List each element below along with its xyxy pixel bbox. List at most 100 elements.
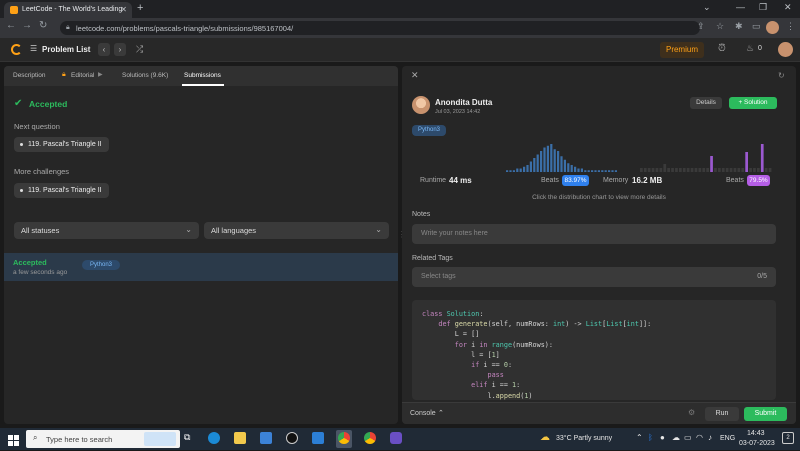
tab-description[interactable]: Description (13, 72, 46, 79)
next-problem-button[interactable]: › (114, 43, 126, 56)
code-line: if i == 0: (471, 361, 513, 369)
weather-text[interactable]: 33°C Partly sunny (556, 435, 612, 442)
forward-icon[interactable]: → (22, 20, 32, 31)
tray-arrow-icon[interactable]: ⌃ (636, 433, 643, 442)
solution-button[interactable]: + Solution (729, 97, 777, 109)
language-filter-select[interactable]: All languages ⌄ (204, 222, 389, 239)
profile-avatar[interactable] (766, 21, 779, 34)
language-filter-value: All languages (211, 226, 257, 235)
left-panel: Description 🔒︎ Editorial ▶ Solutions (9.… (4, 66, 398, 424)
close-panel-icon[interactable]: ✕ (411, 70, 419, 81)
distribution-chart[interactable] (414, 143, 784, 173)
distribution-bar (679, 168, 682, 172)
leetcode-favicon-icon (10, 6, 18, 14)
distribution-bar (721, 168, 725, 172)
lock-icon: 🔒︎ (66, 24, 70, 31)
edge-icon[interactable] (208, 432, 220, 444)
next-question-title: 119. Pascal's Triangle II (28, 141, 102, 148)
url-input[interactable]: 🔒︎ leetcode.com/problems/pascals-triangl… (60, 21, 700, 35)
code-line: pass (487, 371, 504, 380)
tab-editorial[interactable]: Editorial (71, 72, 94, 79)
address-bar-row: ← → ↻ 🔒︎ leetcode.com/problems/pascals-t… (0, 18, 800, 38)
maximize-icon[interactable]: ❐ (759, 2, 767, 13)
status-filter-select[interactable]: All statuses ⌄ (14, 222, 199, 239)
distribution-bar (710, 156, 713, 172)
distribution-bar (597, 170, 600, 172)
extensions-icon[interactable]: ✱ (735, 21, 743, 32)
prev-problem-button[interactable]: ‹ (98, 43, 110, 56)
notes-input[interactable]: Write your notes here (412, 224, 776, 244)
distribution-bar (702, 168, 706, 172)
refresh-icon[interactable]: ↻ (778, 71, 785, 80)
tab-submissions[interactable]: Submissions (184, 72, 221, 79)
volume-icon[interactable]: ♪ (708, 433, 712, 442)
battery-icon[interactable]: ▭ (684, 433, 692, 442)
distribution-bar (608, 170, 611, 172)
chevron-up-icon[interactable]: ⌃ (438, 409, 444, 417)
store-icon[interactable] (260, 432, 272, 444)
next-question-link[interactable]: 119. Pascal's Triangle II (14, 137, 109, 152)
bookmark-star-icon[interactable]: ☆ (716, 21, 724, 32)
browser-tab-leetcode[interactable]: LeetCode - The World's Leading ✕ (4, 2, 132, 18)
distribution-bar (533, 158, 536, 172)
bluetooth-icon[interactable]: ᛒ (648, 433, 653, 442)
settings-icon[interactable]: ⚙ (688, 408, 695, 417)
minimize-icon[interactable]: — (736, 2, 745, 12)
more-challenge-link[interactable]: 119. Pascal's Triangle II (14, 183, 109, 198)
distribution-bar (686, 168, 690, 172)
premium-button[interactable]: Premium (660, 42, 704, 58)
submission-row[interactable]: Accepted a few seconds ago Python3 (4, 253, 398, 281)
runtime-beats-badge: 83.97% (562, 175, 589, 186)
file-explorer-icon[interactable] (234, 432, 246, 444)
streak-fire-icon[interactable]: ♨ (746, 43, 754, 54)
user-avatar[interactable] (778, 42, 793, 57)
sidebar-icon[interactable]: ▭ (752, 21, 761, 32)
list-icon: ☰ (30, 44, 38, 53)
app-icon[interactable] (390, 432, 402, 444)
chrome-profile-icon[interactable] (364, 432, 376, 444)
tags-select[interactable]: Select tags 0/5 (412, 267, 776, 287)
taskbar-search-input[interactable]: ⌕ Type here to search (26, 430, 180, 448)
distribution-bar (509, 170, 512, 172)
back-icon[interactable]: ← (6, 20, 16, 31)
submission-date: Jul 03, 2023 14:42 (435, 109, 481, 115)
share-icon[interactable]: ⇪ (697, 21, 705, 32)
clock-date[interactable]: 03-07-2023 (739, 440, 775, 447)
mail-icon[interactable] (312, 432, 324, 444)
wifi-icon[interactable]: ◠ (696, 433, 703, 442)
task-view-icon[interactable]: ⧉ (184, 432, 196, 444)
left-tab-bar: Description 🔒︎ Editorial ▶ Solutions (9.… (4, 66, 398, 86)
new-tab-icon[interactable]: + (137, 2, 143, 14)
details-button[interactable]: Details (690, 97, 722, 109)
code-viewer[interactable]: class Solution: def generate(self, numRo… (412, 300, 776, 400)
input-language[interactable]: ENG (720, 435, 735, 442)
menu-dots-icon[interactable]: ⋮ (786, 21, 795, 32)
windows-start-icon[interactable] (8, 433, 19, 446)
tab-solutions[interactable]: Solutions (9.6K) (122, 72, 168, 79)
distribution-bar (753, 168, 756, 172)
shuffle-icon[interactable]: ⤮ (136, 44, 143, 55)
memory-beats-badge: 79.5% (747, 175, 770, 186)
cloud-icon[interactable]: ☁ (672, 433, 680, 442)
submit-button[interactable]: Submit (744, 407, 787, 421)
leetcode-logo-icon[interactable] (11, 44, 22, 55)
antivirus-icon[interactable]: ● (660, 433, 665, 442)
timer-icon[interactable]: ⏰︎ (718, 43, 726, 54)
distribution-bar (570, 165, 573, 172)
problem-list-link[interactable]: Problem List (42, 45, 90, 54)
bullet-icon (20, 143, 23, 146)
system-tray: ☁ 33°C Partly sunny ⌃ ᛒ ● ☁ ▭ ◠ ♪ ENG 14… (540, 428, 800, 450)
clock-time[interactable]: 14:43 (747, 430, 765, 437)
tab-search-icon[interactable]: ⌄ (703, 2, 711, 13)
distribution-bar (516, 168, 519, 172)
console-toggle[interactable]: Console (410, 410, 436, 417)
chevron-down-icon: ⌄ (375, 225, 382, 234)
notifications-icon[interactable]: 2 (782, 432, 794, 444)
run-button[interactable]: Run (705, 407, 739, 421)
dell-icon[interactable] (286, 432, 298, 444)
chrome-icon[interactable] (338, 432, 350, 444)
close-window-icon[interactable]: ✕ (784, 2, 792, 13)
notification-count: 2 (786, 435, 790, 441)
reload-icon[interactable]: ↻ (39, 20, 47, 31)
close-tab-icon[interactable]: ✕ (120, 5, 127, 14)
